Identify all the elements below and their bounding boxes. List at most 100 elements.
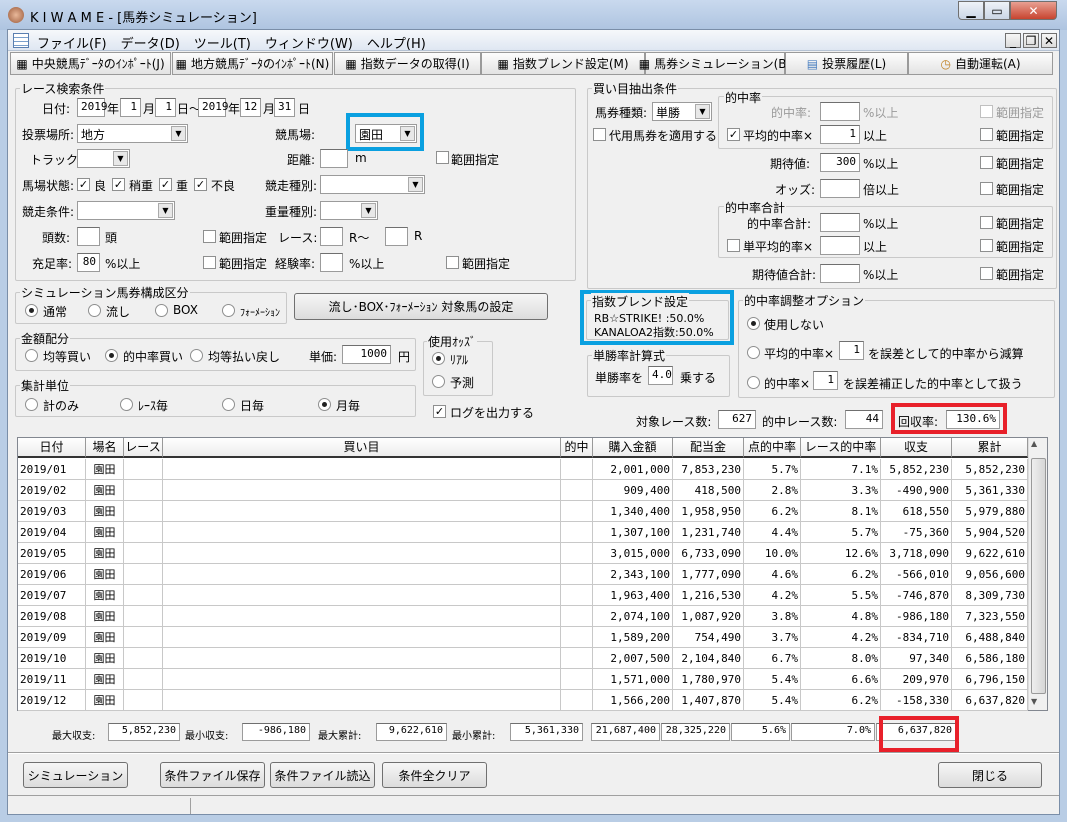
vote-history-button[interactable]: ▤ 投票履歴(L): [785, 52, 908, 75]
index-blend-button[interactable]: ▦ 指数ブレンド設定(M): [481, 52, 645, 75]
ground-good-checkbox[interactable]: ✓: [77, 178, 90, 191]
column-header-profit[interactable]: 収支: [881, 438, 952, 458]
hit-sum-range-checkbox[interactable]: [980, 216, 993, 229]
column-header-race[interactable]: レース: [124, 438, 163, 458]
scroll-up-icon[interactable]: ▲: [1031, 439, 1037, 448]
scrollbar-thumb[interactable]: [1031, 458, 1046, 694]
composition-box-radio[interactable]: [155, 304, 168, 317]
table-row[interactable]: 2019/10 園田 2,007,500 2,104,840 6.7% 8.0% 97,34…: [18, 648, 1028, 669]
get-index-button[interactable]: ▦ 指数データの取得(I): [334, 52, 481, 75]
track-place-select[interactable]: 園田 ▼: [355, 124, 417, 143]
auto-run-button[interactable]: ◷ 自動運転(A): [908, 52, 1053, 75]
column-header-venue[interactable]: 場名: [86, 438, 124, 458]
ev-input[interactable]: 300: [820, 153, 860, 172]
race-to-input[interactable]: [385, 227, 408, 246]
mdi-restore-button[interactable]: ❐: [1023, 33, 1039, 48]
mdi-minimize-button[interactable]: _: [1005, 33, 1021, 48]
unit-price-input[interactable]: 1000: [342, 345, 391, 364]
venue-select[interactable]: 地方 ▼: [77, 124, 188, 143]
aggregate-race-radio[interactable]: [120, 398, 133, 411]
equal-payout-radio[interactable]: [190, 349, 203, 362]
menu-help[interactable]: ヘルプ(H): [367, 33, 426, 52]
adjust-subtract-input[interactable]: 1: [839, 341, 864, 360]
aggregate-day-radio[interactable]: [222, 398, 235, 411]
single-avg-checkbox[interactable]: [727, 239, 740, 252]
target-horse-settings-button[interactable]: 流し･BOX･ﾌｫｰﾒｰｼｮﾝ 対象馬の設定: [294, 293, 548, 320]
close-window-button[interactable]: ✕: [1010, 1, 1057, 20]
table-row[interactable]: 2019/05 園田 3,015,000 6,733,090 10.0% 12.6% 3,7…: [18, 543, 1028, 564]
fill-range-checkbox[interactable]: [203, 256, 216, 269]
race-condition-select[interactable]: ▼: [77, 201, 175, 220]
experience-range-checkbox[interactable]: [446, 256, 459, 269]
from-month-input[interactable]: 1: [120, 98, 141, 117]
table-row[interactable]: 2019/03 園田 1,340,400 1,958,950 6.2% 8.1% 618,5…: [18, 501, 1028, 522]
ticket-type-select[interactable]: 単勝 ▼: [652, 102, 712, 121]
fill-rate-input[interactable]: 80: [77, 253, 100, 272]
table-row[interactable]: 2019/11 園田 1,571,000 1,780,970 5.4% 6.6% 209,9…: [18, 669, 1028, 690]
aggregate-month-radio[interactable]: [318, 398, 331, 411]
table-row[interactable]: 2019/01 園田 2,001,000 7,853,230 5.7% 7.1% 5,852…: [18, 459, 1028, 480]
hit-sum-input[interactable]: [820, 213, 860, 232]
column-header-hit[interactable]: 的中: [561, 438, 593, 458]
close-button[interactable]: 閉じる: [938, 762, 1042, 788]
clear-conditions-button[interactable]: 条件全クリア: [382, 762, 487, 788]
menu-file[interactable]: ファイル(F): [37, 33, 107, 52]
to-day-input[interactable]: 31: [274, 98, 295, 117]
maximize-button[interactable]: ▭: [984, 1, 1010, 20]
heads-input[interactable]: [77, 227, 100, 246]
composition-normal-radio[interactable]: [25, 304, 38, 317]
scroll-down-icon[interactable]: ▼: [1031, 697, 1037, 706]
distance-input[interactable]: [320, 149, 348, 168]
ev-sum-input[interactable]: [820, 264, 860, 283]
from-day-input[interactable]: 1: [155, 98, 176, 117]
equal-buy-radio[interactable]: [25, 349, 38, 362]
mdi-close-button[interactable]: ✕: [1041, 33, 1057, 48]
menu-window[interactable]: ウィンドウ(W): [265, 33, 353, 52]
avg-hit-range-checkbox[interactable]: [980, 128, 993, 141]
odds-range-checkbox[interactable]: [980, 182, 993, 195]
win-rate-input[interactable]: 4.0: [648, 366, 673, 385]
ground-heavy-checkbox[interactable]: ✓: [159, 178, 172, 191]
import-local-button[interactable]: ▦ 地方競馬ﾃﾞｰﾀのｲﾝﾎﾟｰﾄ(N): [172, 52, 333, 75]
ground-slightly-heavy-checkbox[interactable]: ✓: [112, 178, 125, 191]
adjust-subtract-radio[interactable]: [747, 346, 760, 359]
table-row[interactable]: 2019/04 園田 1,307,100 1,231,740 4.4% 5.7% -75,3…: [18, 522, 1028, 543]
simulation-button[interactable]: シミュレーション: [23, 762, 128, 788]
odds-forecast-radio[interactable]: [432, 375, 445, 388]
heads-range-checkbox[interactable]: [203, 230, 216, 243]
race-type-select[interactable]: ▼: [320, 175, 425, 194]
table-row[interactable]: 2019/12 園田 1,566,200 1,407,870 5.4% 6.2% -158,…: [18, 690, 1028, 711]
column-header-point-hit-rate[interactable]: 点的中率: [744, 438, 801, 458]
ev-range-checkbox[interactable]: [980, 156, 993, 169]
adjust-none-radio[interactable]: [747, 317, 760, 330]
table-row[interactable]: 2019/07 園田 1,963,400 1,216,530 4.2% 5.5% -746,…: [18, 585, 1028, 606]
column-header-race-hit-rate[interactable]: レース的中率: [801, 438, 881, 458]
odds-real-radio[interactable]: [432, 352, 445, 365]
avg-hit-input[interactable]: 1: [820, 125, 860, 144]
composition-nagashi-radio[interactable]: [88, 304, 101, 317]
table-row[interactable]: 2019/08 園田 2,074,100 1,087,920 3.8% 4.8% -986,…: [18, 606, 1028, 627]
to-year-input[interactable]: 2019: [198, 98, 229, 117]
weight-type-select[interactable]: ▼: [320, 201, 378, 220]
avg-hit-checkbox[interactable]: ✓: [727, 128, 740, 141]
aggregate-total-radio[interactable]: [25, 398, 38, 411]
ticket-simulation-button[interactable]: ▦ 馬券シミュレーション(B): [639, 52, 791, 75]
table-row[interactable]: 2019/02 園田 909,400 418,500 2.8% 3.3% -490,900 5…: [18, 480, 1028, 501]
hit-rate-buy-radio[interactable]: [105, 349, 118, 362]
distance-range-checkbox[interactable]: [436, 151, 449, 164]
composition-formation-radio[interactable]: [222, 304, 235, 317]
hit-rate-input[interactable]: [820, 102, 860, 121]
column-header-date[interactable]: 日付: [18, 438, 86, 458]
log-output-checkbox[interactable]: ✓: [433, 405, 446, 418]
ground-bad-checkbox[interactable]: ✓: [194, 178, 207, 191]
table-row[interactable]: 2019/09 園田 1,589,200 754,490 3.7% 4.2% -834,71…: [18, 627, 1028, 648]
single-avg-input[interactable]: [820, 236, 860, 255]
vertical-scrollbar[interactable]: ▲ ▼: [1028, 438, 1047, 710]
table-row[interactable]: 2019/06 園田 2,343,100 1,777,090 4.6% 6.2% -566,…: [18, 564, 1028, 585]
load-conditions-button[interactable]: 条件ファイル読込: [270, 762, 375, 788]
import-central-button[interactable]: ▦ 中央競馬ﾃﾞｰﾀのｲﾝﾎﾟｰﾄ(J): [10, 52, 171, 75]
adjust-correct-radio[interactable]: [747, 376, 760, 389]
substitute-checkbox[interactable]: [593, 128, 606, 141]
race-from-input[interactable]: [320, 227, 343, 246]
odds-input[interactable]: [820, 179, 860, 198]
